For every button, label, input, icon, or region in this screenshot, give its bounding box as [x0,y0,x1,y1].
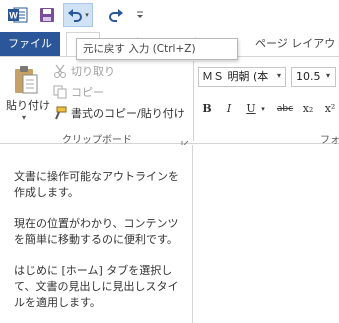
format-painter-button[interactable]: 書式のコピー/貼り付け [52,104,185,122]
format-painter-label: 書式のコピー/貼り付け [71,107,185,120]
copy-label: コピー [71,86,104,99]
superscript-button[interactable]: x² [322,100,338,118]
chevron-down-icon[interactable]: ▾ [326,71,330,80]
paste-dropdown-icon[interactable]: ▾ [22,113,26,122]
subscript-button[interactable]: x₂ [300,100,316,118]
undo-button[interactable]: ▾ [63,3,93,27]
word-app-icon[interactable]: W [7,4,29,26]
paste-label: 貼り付け [6,99,50,112]
clipboard-paste-icon [14,65,38,99]
undo-tooltip: 元に戻す 入力 (Ctrl+Z) [76,38,238,60]
navigation-pane: 文書に操作可能なアウトラインを作成します。 現在の位置がわかり、コンテンツを簡単… [0,145,193,323]
bold-button[interactable]: B [200,100,214,118]
scissors-icon [52,63,68,79]
redo-icon[interactable] [106,4,126,26]
svg-text:W: W [9,11,18,21]
group-divider [193,61,194,141]
copy-icon [52,84,68,100]
cut-label: 切り取り [71,65,115,78]
underline-button[interactable]: U [244,100,258,118]
undo-icon [68,9,83,22]
quick-access-toolbar: W ▾ [0,0,339,32]
format-painter-icon [52,105,68,121]
tab-page-layout[interactable]: ページ レイアウト [255,32,339,56]
copy-button[interactable]: コピー [52,83,104,101]
chevron-down-icon[interactable]: ▾ [258,100,268,118]
nav-help-text: はじめに [ホーム] タブを選択して、文書の見出しに見出しスタイルを適用します。 [14,264,179,309]
chevron-down-icon[interactable]: ▾ [277,71,281,80]
nav-help-text: 文書に操作可能なアウトラインを作成します。 [14,170,179,199]
ribbon-home: 貼り付け ▾ 切り取り コピー 書式のコピー/貼り付け クリップボード ＭＳ 明… [0,56,339,148]
strikethrough-button[interactable]: abc [274,100,296,118]
dialog-launcher-icon[interactable] [181,133,189,148]
clipboard-group-label: クリップボード [62,135,132,146]
nav-help-text: 現在の位置がわかり、コンテンツを簡単に移動するのに便利です。 [14,217,179,246]
customize-toolbar-icon[interactable] [133,4,147,26]
italic-button[interactable]: I [222,100,236,118]
save-icon[interactable] [37,4,57,26]
paste-button[interactable]: 貼り付け ▾ [2,61,50,133]
font-group-label: フォ [320,135,339,146]
undo-dropdown-icon[interactable]: ▾ [85,11,89,19]
tab-file[interactable]: ファイル [0,32,60,56]
font-name-combobox[interactable]: ＭＳ 明朝 (本 [198,67,286,87]
document-area[interactable] [194,145,339,323]
cut-button[interactable]: 切り取り [52,62,115,80]
